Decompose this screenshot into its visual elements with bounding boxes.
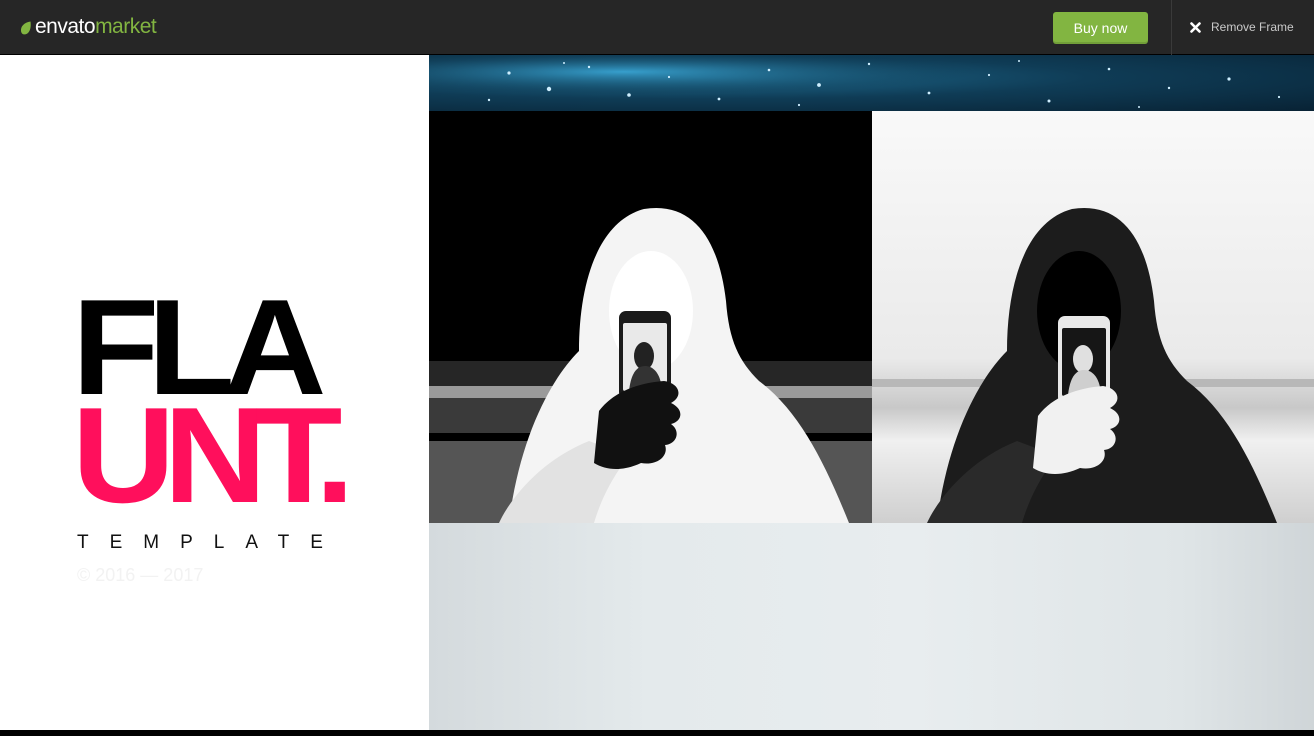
copyright-text: © 2016 — 2017: [77, 565, 204, 585]
topbar-divider: [1171, 0, 1172, 55]
remove-frame-link[interactable]: Remove Frame: [1190, 17, 1294, 37]
starry-sky-image: [429, 55, 1314, 111]
gallery-tile-starry-sky[interactable]: [429, 55, 1314, 111]
preview-topbar: envato market Buy now Remove Frame: [0, 0, 1314, 55]
gallery-tile-inverted-selfie[interactable]: [429, 111, 872, 523]
envato-leaf-icon: [20, 21, 31, 35]
logo-envato-text: envato: [35, 15, 96, 38]
logo-market-text: market: [95, 15, 157, 38]
bottom-edge: [0, 730, 1314, 736]
brand-panel: FLA UNT. TEMPLATE © 2016 — 2017: [0, 55, 429, 730]
buy-now-button[interactable]: Buy now: [1053, 12, 1148, 44]
inverted-selfie-image: [429, 111, 872, 523]
gallery-tile-pale-sky[interactable]: [429, 523, 1314, 730]
close-icon: [1190, 21, 1201, 33]
envato-market-logo[interactable]: envato market: [20, 14, 157, 40]
gallery-tile-selfie[interactable]: [872, 111, 1314, 523]
logo-line-unt: UNT.: [72, 379, 355, 531]
flaunt-logo[interactable]: FLA UNT.: [72, 279, 355, 523]
remove-frame-label: Remove Frame: [1211, 20, 1294, 34]
selfie-image: [872, 111, 1314, 523]
template-tagline: TEMPLATE: [77, 532, 344, 553]
